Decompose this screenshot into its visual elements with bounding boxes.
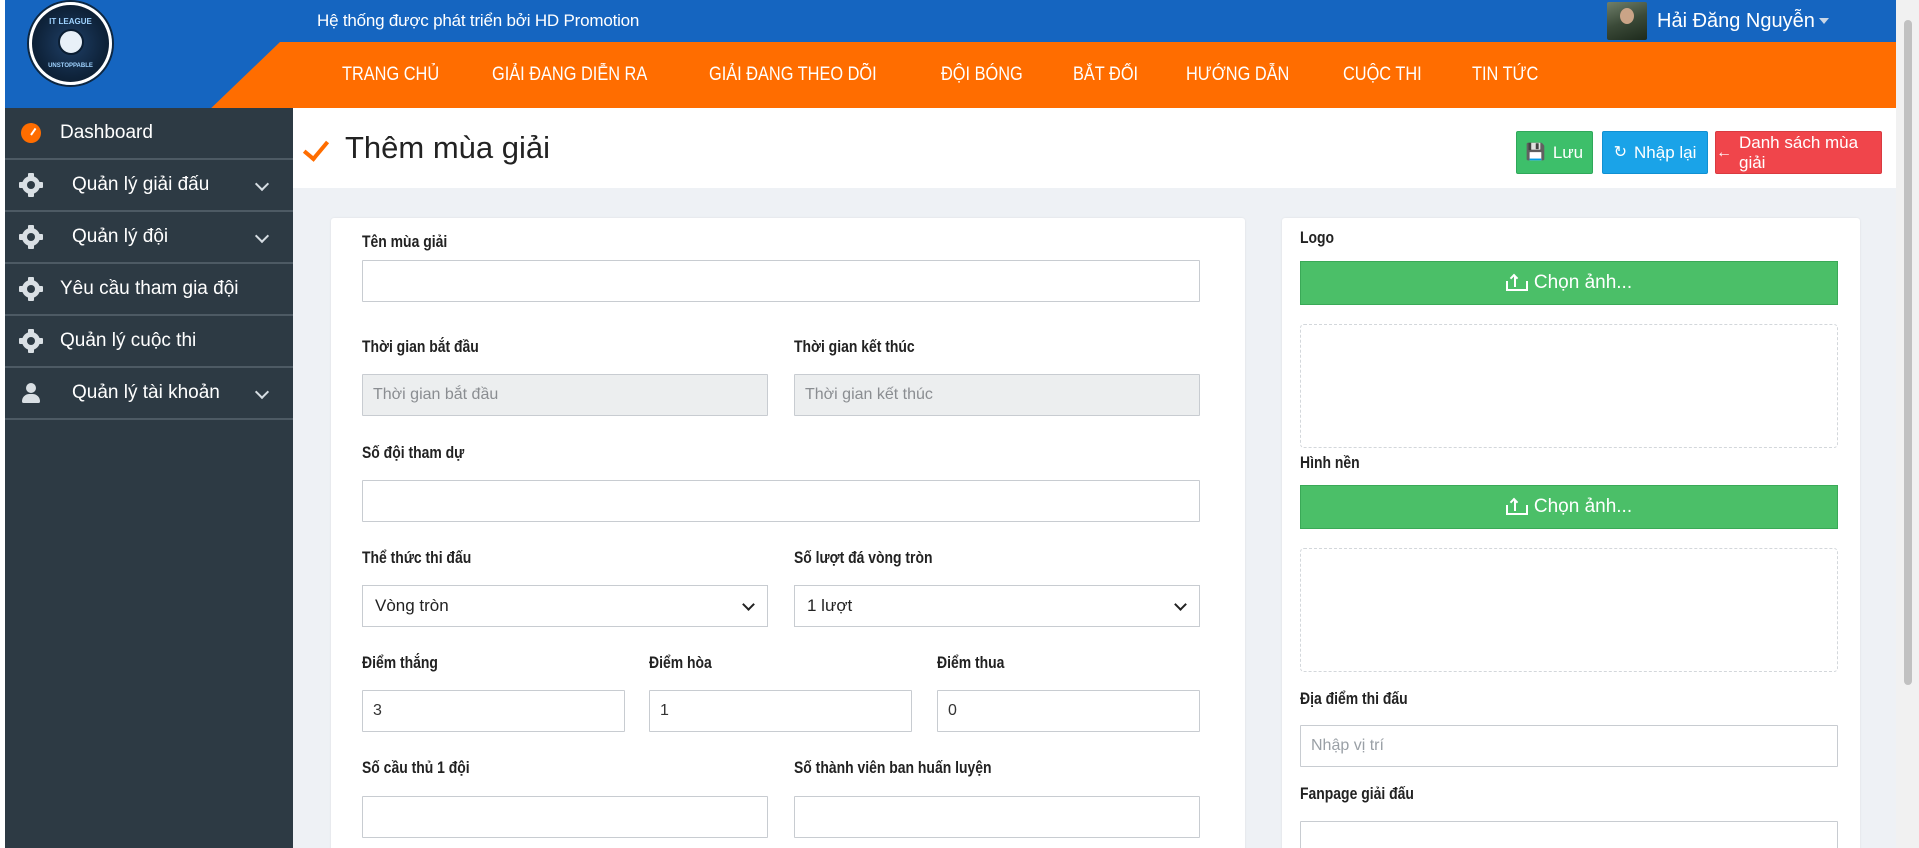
background-upload-label: Chọn ảnh... [1533, 496, 1633, 517]
end-time-input[interactable]: Thời gian kết thúc [794, 374, 1200, 416]
sidebar-item-label: Quản lý đội [72, 226, 169, 247]
sidebar-item-label: Quản lý giải đấu [72, 174, 210, 195]
season-name-input[interactable] [362, 260, 1200, 302]
logo-preview-area[interactable] [1300, 324, 1838, 448]
check-icon [302, 134, 330, 162]
gear-icon [19, 173, 43, 197]
save-icon: 💾 [1525, 143, 1546, 161]
nav-ongoing-leagues[interactable]: GIẢI ĐANG DIỄN RA [492, 64, 647, 86]
format-select-value: Vòng tròn [375, 596, 449, 615]
players-per-team-input[interactable] [362, 796, 768, 838]
season-form-card: Tên mùa giải Thời gian bắt đầu Thời gian… [331, 218, 1245, 848]
team-count-input[interactable] [362, 480, 1200, 522]
gear-icon [19, 225, 43, 249]
nav-followed-leagues[interactable]: GIẢI ĐANG THEO DÕI [709, 64, 877, 86]
nav-contests[interactable]: CUỘC THI [1343, 64, 1422, 86]
logo-upload-button[interactable]: Chọn ảnh... [1300, 261, 1838, 305]
nav-teams[interactable]: ĐỘI BÓNG [941, 64, 1023, 86]
reset-button-label: Nhập lại [1634, 142, 1697, 162]
season-list-button[interactable]: ← Danh sách mùa giải [1715, 131, 1882, 174]
scrollbar-thumb[interactable] [1904, 20, 1912, 685]
upload-icon [1505, 273, 1528, 291]
save-button-label: Lưu [1552, 142, 1584, 162]
nav-news[interactable]: TIN TỨC [1472, 64, 1538, 86]
loss-points-label: Điểm thua [937, 653, 1005, 672]
nav-matchmaking[interactable]: BẮT ĐỐI [1073, 64, 1138, 86]
sidebar-item-label: Quản lý cuộc thi [60, 330, 197, 351]
fanpage-input[interactable] [1300, 821, 1838, 848]
gear-icon [19, 329, 43, 353]
start-time-input[interactable]: Thời gian bắt đầu [362, 374, 768, 416]
start-time-label: Thời gian bắt đầu [362, 337, 479, 356]
sidebar-item-contest-management[interactable]: Quản lý cuộc thi [5, 316, 293, 368]
loss-points-input[interactable]: 0 [937, 690, 1200, 732]
location-label: Địa điểm thi đấu [1300, 689, 1408, 708]
sidebar: Dashboard Quản lý giải đấu Quản lý đội Y… [5, 108, 293, 848]
sidebar-item-label: Dashboard [60, 122, 153, 143]
players-per-team-label: Số cầu thủ 1 đội [362, 758, 470, 777]
page-header: Thêm mùa giải 💾 Lưu ↻ Nhập lại ← Danh sá… [293, 108, 1896, 188]
rounds-select[interactable]: 1 lượt [794, 585, 1200, 627]
sidebar-item-label: Quản lý tài khoản [72, 382, 220, 403]
rounds-select-value: 1 lượt [807, 596, 853, 615]
chevron-down-icon [1174, 598, 1187, 611]
header-tagline: Hệ thống được phát triển bởi HD Promotio… [317, 11, 640, 30]
coaching-staff-input[interactable] [794, 796, 1200, 838]
reset-button[interactable]: ↻ Nhập lại [1602, 131, 1708, 174]
draw-points-label: Điểm hòa [649, 653, 712, 672]
nav-home[interactable]: TRANG CHỦ [342, 64, 439, 86]
format-label: Thể thức thi đấu [362, 548, 472, 567]
fanpage-label: Fanpage giải đấu [1300, 784, 1414, 803]
end-time-label: Thời gian kết thúc [794, 337, 915, 356]
dashboard-icon [21, 123, 41, 143]
rounds-label: Số lượt đá vòng tròn [794, 548, 933, 567]
sidebar-item-dashboard[interactable]: Dashboard [5, 108, 293, 160]
draw-points-input[interactable]: 1 [649, 690, 912, 732]
chevron-down-icon [254, 176, 270, 192]
background-preview-area[interactable] [1300, 548, 1838, 672]
win-points-label: Điểm thắng [362, 653, 438, 672]
page-title: Thêm mùa giải [345, 130, 551, 165]
user-name[interactable]: Hải Đăng Nguyễn [1657, 10, 1815, 33]
sidebar-item-label: Yêu cầu tham gia đội [60, 278, 239, 299]
logo-label: Logo [1300, 228, 1335, 247]
arrow-left-icon: ← [1716, 143, 1732, 161]
season-list-button-label: Danh sách mùa giải [1739, 132, 1859, 172]
logo-upload-label: Chọn ảnh... [1533, 272, 1633, 293]
save-button[interactable]: 💾 Lưu [1516, 131, 1593, 174]
avatar[interactable] [1607, 2, 1647, 40]
sidebar-item-account-management[interactable]: Quản lý tài khoản [5, 368, 293, 420]
media-card: Logo Chọn ảnh... Hình nền Chọn ảnh... Đị… [1282, 218, 1860, 848]
sidebar-item-team-management[interactable]: Quản lý đội [5, 212, 293, 264]
site-logo[interactable]: IT LEAGUE UNSTOPPABLE [29, 2, 112, 85]
nav-guide[interactable]: HƯỚNG DẪN [1186, 64, 1289, 86]
refresh-icon: ↻ [1613, 143, 1628, 161]
win-points-input[interactable]: 3 [362, 690, 625, 732]
logo-text-top: IT LEAGUE [49, 17, 92, 26]
coaching-staff-label: Số thành viên ban huấn luyện [794, 758, 992, 777]
location-input[interactable]: Nhập vị trí [1300, 725, 1838, 767]
team-count-label: Số đội tham dự [362, 443, 465, 462]
chevron-down-icon [254, 384, 270, 400]
sidebar-item-join-requests[interactable]: Yêu cầu tham gia đội [5, 264, 293, 316]
logo-text-bottom: UNSTOPPABLE [48, 63, 93, 69]
sidebar-item-league-management[interactable]: Quản lý giải đấu [5, 160, 293, 212]
soccer-ball-icon [58, 29, 84, 55]
main-nav: TRANG CHỦ GIẢI ĐANG DIỄN RA GIẢI ĐANG TH… [342, 42, 1586, 108]
chevron-down-icon [254, 228, 270, 244]
background-label: Hình nền [1300, 453, 1360, 472]
caret-down-icon[interactable] [1818, 18, 1829, 24]
page-scrollbar[interactable] [1896, 0, 1919, 848]
user-icon [22, 383, 40, 403]
upload-icon [1505, 497, 1528, 515]
user-menu[interactable]: Hải Đăng Nguyễn [1607, 2, 1829, 40]
chevron-down-icon [742, 598, 755, 611]
background-upload-button[interactable]: Chọn ảnh... [1300, 485, 1838, 529]
format-select[interactable]: Vòng tròn [362, 585, 768, 627]
gear-icon [19, 277, 43, 301]
season-name-label: Tên mùa giải [362, 232, 448, 251]
main-content: Thêm mùa giải 💾 Lưu ↻ Nhập lại ← Danh sá… [293, 108, 1896, 848]
